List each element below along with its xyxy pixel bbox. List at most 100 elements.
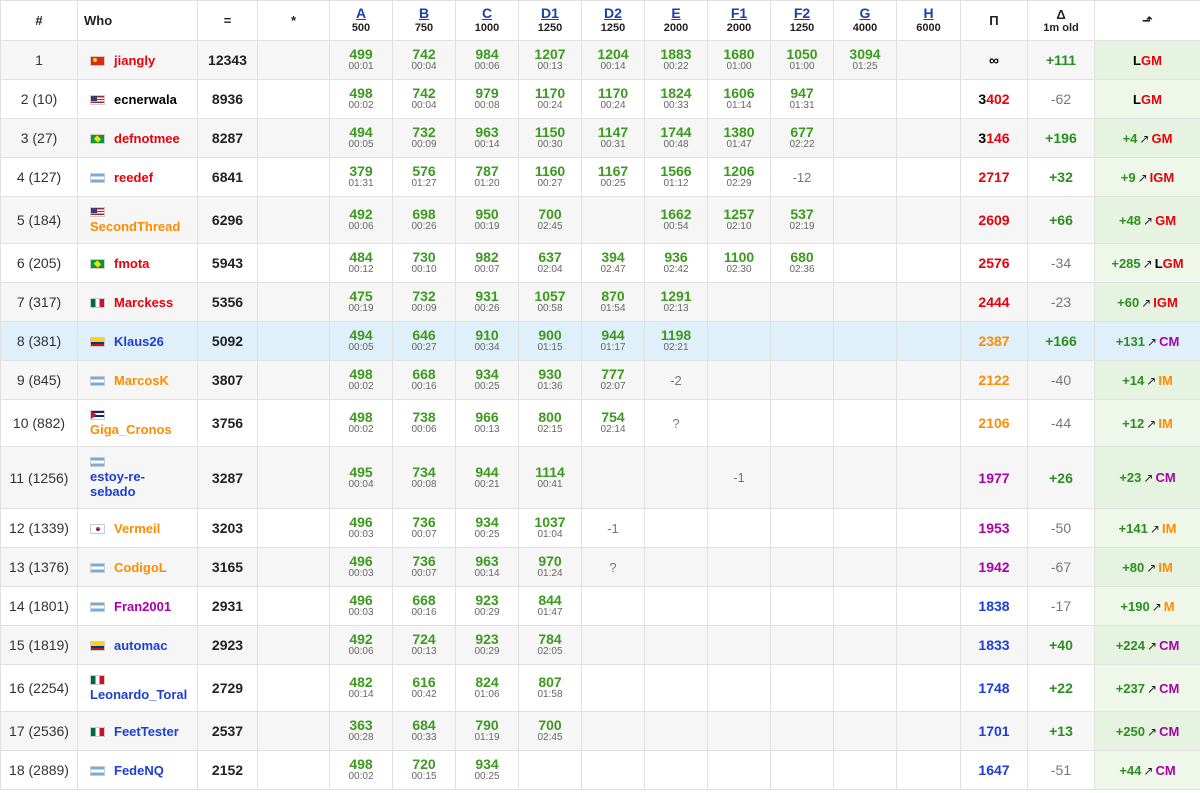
problem-result-cell[interactable]: 1206 02:29 — [707, 157, 771, 197]
problem-result-cell[interactable]: 736 00:07 — [392, 508, 456, 548]
problem-result-cell[interactable]: 950 00:19 — [455, 196, 519, 244]
problem-link[interactable]: D2 — [582, 6, 644, 21]
problem-result-cell[interactable]: 3094 01:25 — [833, 40, 897, 80]
user-handle-link[interactable]: Marckess — [114, 295, 173, 310]
problem-result-cell[interactable]: 1291 02:13 — [644, 282, 708, 322]
problem-result-cell[interactable]: 963 00:14 — [455, 547, 519, 587]
problem-result-cell[interactable]: 923 00:29 — [455, 586, 519, 626]
problem-result-cell[interactable]: 495 00:04 — [329, 446, 393, 509]
problem-result-cell[interactable]: 934 00:25 — [455, 360, 519, 400]
problem-link[interactable]: C — [456, 6, 518, 21]
problem-result-cell[interactable]: -12 — [770, 157, 834, 197]
problem-result-cell[interactable]: 1057 00:58 — [518, 282, 582, 322]
header-problem-d2[interactable]: D2 1250 — [581, 0, 645, 41]
problem-result-cell[interactable]: 494 00:05 — [329, 321, 393, 361]
problem-result-cell[interactable]: 870 01:54 — [581, 282, 645, 322]
problem-result-cell[interactable]: 738 00:06 — [392, 399, 456, 447]
header-problem-f1[interactable]: F1 2000 — [707, 0, 771, 41]
problem-result-cell[interactable]: 732 00:09 — [392, 118, 456, 158]
problem-link[interactable]: H — [897, 6, 960, 21]
user-handle-link[interactable]: Giga_Cronos — [90, 422, 172, 437]
problem-result-cell[interactable]: 900 01:15 — [518, 321, 582, 361]
problem-result-cell[interactable]: ? — [644, 399, 708, 447]
user-handle-link[interactable]: SecondThread — [90, 219, 180, 234]
problem-result-cell[interactable]: 684 00:33 — [392, 711, 456, 751]
user-handle-link[interactable]: jiangly — [114, 53, 155, 68]
problem-result-cell[interactable]: 982 00:07 — [455, 243, 519, 283]
problem-result-cell[interactable]: 1147 00:31 — [581, 118, 645, 158]
header-problem-c[interactable]: C 1000 — [455, 0, 519, 41]
header-problem-h[interactable]: H 6000 — [896, 0, 961, 41]
problem-result-cell[interactable]: ? — [581, 547, 645, 587]
problem-result-cell[interactable]: 394 02:47 — [581, 243, 645, 283]
problem-result-cell[interactable]: 754 02:14 — [581, 399, 645, 447]
problem-result-cell[interactable]: -1 — [581, 508, 645, 548]
problem-result-cell[interactable]: 484 00:12 — [329, 243, 393, 283]
problem-result-cell[interactable]: 492 00:06 — [329, 625, 393, 665]
problem-result-cell[interactable]: 1167 00:25 — [581, 157, 645, 197]
problem-result-cell[interactable]: 720 00:15 — [392, 750, 456, 790]
user-handle-link[interactable]: reedef — [114, 170, 153, 185]
problem-result-cell[interactable]: 777 02:07 — [581, 360, 645, 400]
problem-result-cell[interactable]: 1883 00:22 — [644, 40, 708, 80]
header-problem-e[interactable]: E 2000 — [644, 0, 708, 41]
problem-result-cell[interactable]: 668 00:16 — [392, 586, 456, 626]
user-handle-link[interactable]: Klaus26 — [114, 334, 164, 349]
problem-result-cell[interactable]: 616 00:42 — [392, 664, 456, 712]
problem-result-cell[interactable]: 668 00:16 — [392, 360, 456, 400]
problem-link[interactable]: E — [645, 6, 707, 21]
problem-result-cell[interactable]: 1100 02:30 — [707, 243, 771, 283]
problem-result-cell[interactable]: 1606 01:14 — [707, 79, 771, 119]
user-handle-link[interactable]: ecnerwala — [114, 92, 177, 107]
problem-result-cell[interactable]: 963 00:14 — [455, 118, 519, 158]
problem-result-cell[interactable]: 979 00:08 — [455, 79, 519, 119]
user-handle-link[interactable]: automac — [114, 638, 167, 653]
problem-result-cell[interactable]: 1114 00:41 — [518, 446, 582, 509]
problem-result-cell[interactable]: 734 00:08 — [392, 446, 456, 509]
problem-result-cell[interactable]: 498 00:02 — [329, 360, 393, 400]
problem-result-cell[interactable]: 677 02:22 — [770, 118, 834, 158]
problem-result-cell[interactable]: 1566 01:12 — [644, 157, 708, 197]
problem-result-cell[interactable]: 947 01:31 — [770, 79, 834, 119]
problem-result-cell[interactable]: 923 00:29 — [455, 625, 519, 665]
problem-result-cell[interactable]: 966 00:13 — [455, 399, 519, 447]
problem-result-cell[interactable]: 1150 00:30 — [518, 118, 582, 158]
problem-result-cell[interactable]: 970 01:24 — [518, 547, 582, 587]
problem-result-cell[interactable]: 984 00:06 — [455, 40, 519, 80]
problem-result-cell[interactable]: 934 00:25 — [455, 750, 519, 790]
problem-result-cell[interactable]: 496 00:03 — [329, 586, 393, 626]
problem-result-cell[interactable]: 931 00:26 — [455, 282, 519, 322]
problem-result-cell[interactable]: 482 00:14 — [329, 664, 393, 712]
problem-result-cell[interactable]: 698 00:26 — [392, 196, 456, 244]
problem-result-cell[interactable]: 379 01:31 — [329, 157, 393, 197]
problem-result-cell[interactable]: 499 00:01 — [329, 40, 393, 80]
header-problem-d1[interactable]: D1 1250 — [518, 0, 582, 41]
problem-link[interactable]: F1 — [708, 6, 770, 21]
header-problem-f2[interactable]: F2 1250 — [770, 0, 834, 41]
problem-result-cell[interactable]: 807 01:58 — [518, 664, 582, 712]
problem-result-cell[interactable]: -1 — [707, 446, 771, 509]
problem-result-cell[interactable]: 724 00:13 — [392, 625, 456, 665]
problem-result-cell[interactable]: 1824 00:33 — [644, 79, 708, 119]
problem-result-cell[interactable]: 494 00:05 — [329, 118, 393, 158]
user-handle-link[interactable]: estoy-re-sebado — [90, 469, 145, 499]
problem-result-cell[interactable]: 498 00:02 — [329, 750, 393, 790]
problem-result-cell[interactable]: 496 00:03 — [329, 547, 393, 587]
problem-link[interactable]: F2 — [771, 6, 833, 21]
user-handle-link[interactable]: CodigoL — [114, 560, 167, 575]
problem-result-cell[interactable]: 1380 01:47 — [707, 118, 771, 158]
problem-result-cell[interactable]: 680 02:36 — [770, 243, 834, 283]
problem-result-cell[interactable]: 787 01:20 — [455, 157, 519, 197]
problem-result-cell[interactable]: 790 01:19 — [455, 711, 519, 751]
problem-result-cell[interactable]: 363 00:28 — [329, 711, 393, 751]
problem-result-cell[interactable]: 844 01:47 — [518, 586, 582, 626]
problem-result-cell[interactable]: 944 00:21 — [455, 446, 519, 509]
problem-link[interactable]: B — [393, 6, 455, 21]
problem-result-cell[interactable]: 1170 00:24 — [518, 79, 582, 119]
problem-result-cell[interactable]: 730 00:10 — [392, 243, 456, 283]
problem-result-cell[interactable]: 944 01:17 — [581, 321, 645, 361]
problem-result-cell[interactable]: 492 00:06 — [329, 196, 393, 244]
problem-result-cell[interactable]: 930 01:36 — [518, 360, 582, 400]
user-handle-link[interactable]: Vermeil — [114, 521, 160, 536]
problem-result-cell[interactable]: 496 00:03 — [329, 508, 393, 548]
